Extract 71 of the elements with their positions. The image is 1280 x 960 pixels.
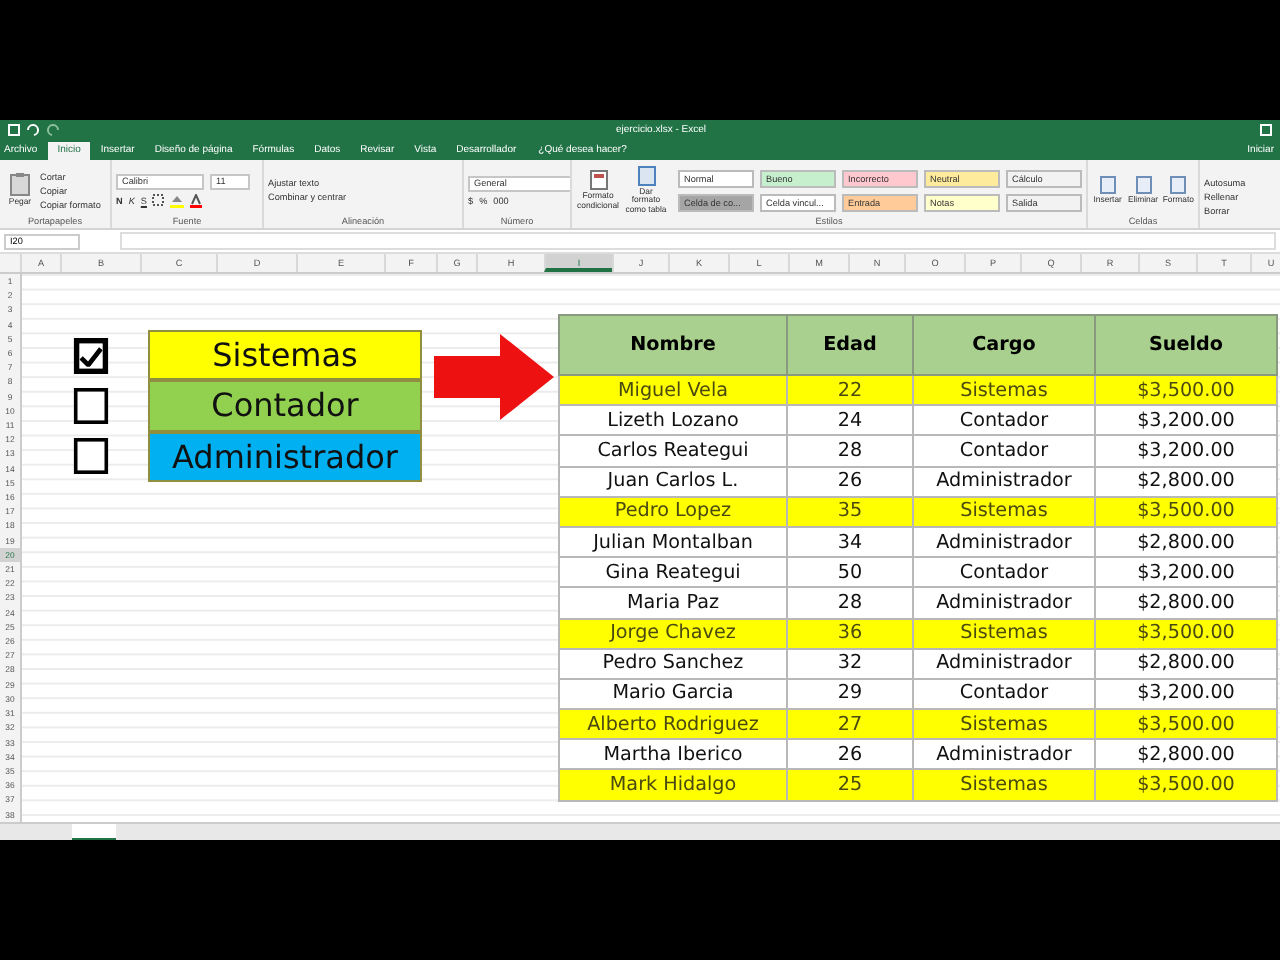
fill-color-icon[interactable] — [170, 193, 185, 207]
column-heading: Cargo — [913, 315, 1095, 375]
borders-icon[interactable] — [152, 194, 165, 206]
table-cell: Contador — [913, 405, 1095, 436]
clipboard-icon — [10, 172, 30, 197]
table-cell: Gina Reategui — [559, 557, 787, 588]
table-cell: $3,500.00 — [1095, 618, 1277, 649]
undo-icon[interactable] — [26, 124, 40, 136]
category-label: Administrador — [148, 431, 422, 482]
table-cell: Sistemas — [913, 769, 1095, 801]
table-cell: Administrador — [913, 587, 1095, 618]
column-heading: Edad — [787, 315, 913, 375]
ribbon-display-icon[interactable] — [1260, 124, 1272, 136]
table-cell: 27 — [787, 709, 913, 740]
table-cell: Jorge Chavez — [559, 618, 787, 649]
table-cell: Sistemas — [913, 375, 1095, 406]
table-cell: Sistemas — [913, 618, 1095, 649]
table-cell: $3,500.00 — [1095, 375, 1277, 406]
table-cell: Administrador — [913, 648, 1095, 679]
checkbox[interactable] — [73, 438, 109, 475]
table-cell: 36 — [787, 618, 913, 649]
table-cell: $3,200.00 — [1095, 435, 1277, 467]
table-cell: $3,500.00 — [1095, 709, 1277, 740]
table-cell: $2,800.00 — [1095, 587, 1277, 618]
check-icon — [79, 345, 103, 366]
table-cell: Pedro Sanchez — [559, 648, 787, 679]
table-cell: Pedro Lopez — [559, 496, 787, 527]
table-cell: 24 — [787, 405, 913, 436]
table-cell: Mark Hidalgo — [559, 769, 787, 801]
table-cell: Contador — [913, 557, 1095, 588]
table-cell: $2,800.00 — [1095, 526, 1277, 558]
checkbox[interactable] — [73, 387, 109, 424]
table-cell: 28 — [787, 587, 913, 618]
table-cell: Contador — [913, 435, 1095, 467]
table-cell: 32 — [787, 648, 913, 679]
table-cell: 25 — [787, 769, 913, 801]
table-cell: Miguel Vela — [559, 375, 787, 406]
table-cell: 22 — [787, 375, 913, 406]
table-cell: $3,200.00 — [1095, 557, 1277, 588]
table-cell: Carlos Reategui — [559, 435, 787, 467]
category-label: Contador — [148, 380, 422, 432]
grid-icon — [589, 169, 607, 190]
table-cell: Sistemas — [913, 709, 1095, 740]
table-cell: Administrador — [913, 526, 1095, 558]
table-cell: $3,500.00 — [1095, 769, 1277, 801]
table-cell: 26 — [787, 466, 913, 497]
formula-field[interactable] — [120, 232, 1276, 250]
checkbox[interactable] — [73, 337, 109, 374]
arrow-icon — [434, 334, 554, 420]
table-cell: 28 — [787, 435, 913, 467]
table-cell: Alberto Rodriguez — [559, 709, 787, 740]
column-heading: Sueldo — [1095, 315, 1277, 375]
table-cell: $2,800.00 — [1095, 648, 1277, 679]
save-icon[interactable] — [8, 124, 20, 136]
table-cell: $2,800.00 — [1095, 466, 1277, 497]
table-cell: Lizeth Lozano — [559, 405, 787, 436]
table-cell: Maria Paz — [559, 587, 787, 618]
table-icon — [637, 165, 655, 186]
table-cell: $3,500.00 — [1095, 496, 1277, 527]
column-heading: Nombre — [559, 315, 787, 375]
redo-icon[interactable] — [46, 124, 60, 136]
table-cell: 34 — [787, 526, 913, 558]
font-color-icon[interactable] — [190, 193, 203, 207]
table-cell: 50 — [787, 557, 913, 588]
table-cell: Julian Montalban — [559, 526, 787, 558]
table-cell: Sistemas — [913, 496, 1095, 527]
category-label: Sistemas — [148, 330, 422, 381]
table-cell: Juan Carlos L. — [559, 466, 787, 497]
table-cell: Administrador — [913, 466, 1095, 497]
table-cell: 35 — [787, 496, 913, 527]
table-cell: $3,200.00 — [1095, 405, 1277, 436]
